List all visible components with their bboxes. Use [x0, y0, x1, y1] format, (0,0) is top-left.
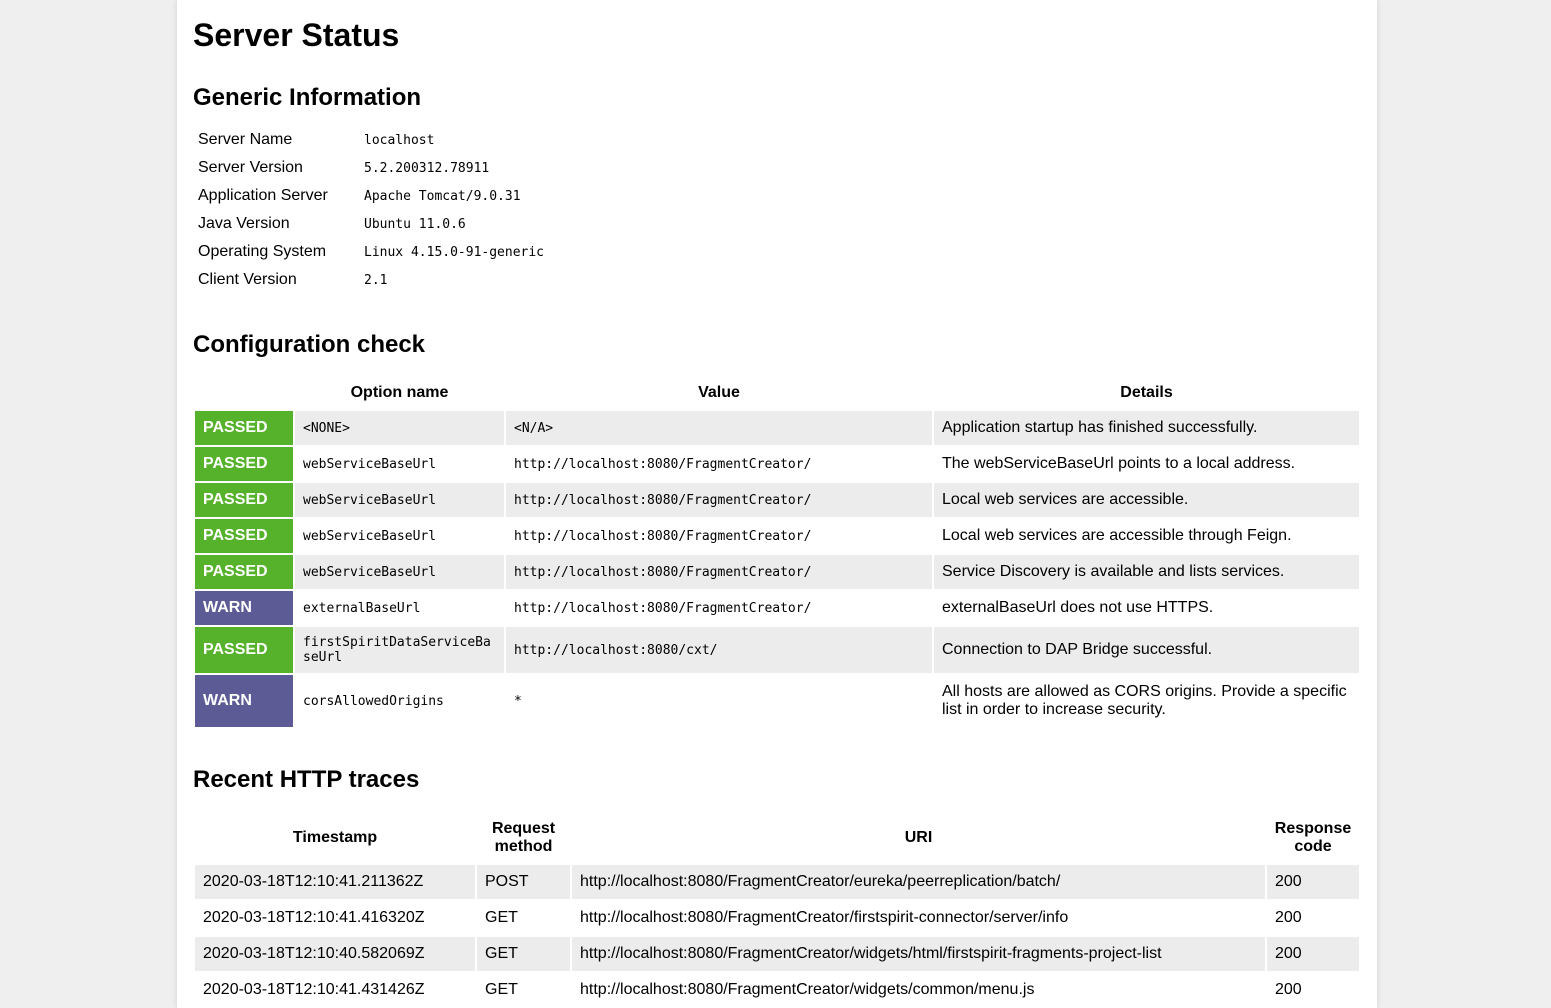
info-key: Client Version: [198, 271, 297, 288]
status-badge: PASSED: [195, 483, 293, 517]
trace-uri: http://localhost:8080/FragmentCreator/wi…: [572, 937, 1265, 971]
option-name: webServiceBaseUrl: [295, 483, 504, 517]
config-row: PASSED firstSpiritDataServiceBaseUrl htt…: [195, 627, 1359, 673]
page-content: Server Status Generic Information Server…: [177, 15, 1377, 1008]
status-column-header: [195, 377, 293, 409]
trace-uri: http://localhost:8080/FragmentCreator/fi…: [572, 901, 1265, 935]
status-badge: WARN: [195, 675, 293, 727]
uri-column-header: URI: [904, 829, 933, 846]
status-page: Server Status Generic Information Server…: [177, 0, 1377, 1008]
trace-uri: http://localhost:8080/FragmentCreator/wi…: [572, 973, 1265, 1007]
option-name: firstSpiritDataServiceBaseUrl: [295, 627, 504, 673]
trace-row: 2020-03-18T12:10:40.582069Z GET http://l…: [195, 937, 1359, 971]
status-badge: PASSED: [195, 627, 293, 673]
method-column-header: Request method: [491, 820, 556, 855]
trace-response-code: 200: [1267, 865, 1359, 899]
trace-row: 2020-03-18T12:10:41.211362Z POST http://…: [195, 865, 1359, 899]
option-details: Application startup has finished success…: [934, 411, 1359, 445]
info-row: Operating System Linux 4.15.0-91-generic: [196, 239, 546, 265]
option-value: http://localhost:8080/FragmentCreator/: [506, 483, 932, 517]
option-name: webServiceBaseUrl: [295, 519, 504, 553]
status-badge: PASSED: [195, 555, 293, 589]
response-code-column-header: Response code: [1274, 820, 1352, 855]
option-value: <N/A>: [506, 411, 932, 445]
config-check-table: Option name Value Details PASSED <NONE> …: [193, 375, 1361, 729]
trace-method: GET: [477, 937, 570, 971]
option-name: corsAllowedOrigins: [295, 675, 504, 727]
config-row: PASSED webServiceBaseUrl http://localhos…: [195, 555, 1359, 589]
info-value: localhost: [364, 132, 435, 148]
status-badge: PASSED: [195, 519, 293, 553]
value-column-header: Value: [698, 384, 740, 401]
details-column-header: Details: [1120, 384, 1173, 401]
option-name: webServiceBaseUrl: [295, 447, 504, 481]
option-value: http://localhost:8080/FragmentCreator/: [506, 555, 932, 589]
option-details: Service Discovery is available and lists…: [934, 555, 1359, 589]
info-value: Apache Tomcat/9.0.31: [364, 188, 521, 204]
info-key: Application Server: [198, 187, 328, 204]
config-check-heading: Configuration check: [193, 331, 426, 358]
trace-row: 2020-03-18T12:10:41.416320Z GET http://l…: [195, 901, 1359, 935]
trace-timestamp: 2020-03-18T12:10:40.582069Z: [195, 937, 475, 971]
option-column-header: Option name: [350, 384, 449, 401]
trace-timestamp: 2020-03-18T12:10:41.416320Z: [195, 901, 475, 935]
status-badge: WARN: [195, 591, 293, 625]
config-row: PASSED <NONE> <N/A> Application startup …: [195, 411, 1359, 445]
info-value: Linux 4.15.0-91-generic: [364, 244, 545, 260]
info-key: Operating System: [198, 243, 327, 260]
timestamp-column-header: Timestamp: [292, 829, 378, 846]
trace-method: GET: [477, 901, 570, 935]
status-badge: PASSED: [195, 411, 293, 445]
option-name: externalBaseUrl: [295, 591, 504, 625]
config-row: PASSED webServiceBaseUrl http://localhos…: [195, 483, 1359, 517]
config-row: WARN corsAllowedOrigins * All hosts are …: [195, 675, 1359, 727]
trace-timestamp: 2020-03-18T12:10:41.431426Z: [195, 973, 475, 1007]
option-details: Connection to DAP Bridge successful.: [934, 627, 1359, 673]
info-value: Ubuntu 11.0.6: [364, 216, 466, 232]
trace-timestamp: 2020-03-18T12:10:41.211362Z: [195, 865, 475, 899]
option-details: The webServiceBaseUrl points to a local …: [934, 447, 1359, 481]
info-key: Server Version: [198, 159, 303, 176]
info-row: Application Server Apache Tomcat/9.0.31: [196, 183, 546, 209]
config-row: WARN externalBaseUrl http://localhost:80…: [195, 591, 1359, 625]
trace-response-code: 200: [1267, 937, 1359, 971]
option-name: <NONE>: [295, 411, 504, 445]
http-traces-heading: Recent HTTP traces: [193, 766, 420, 793]
generic-info-table: Server Name localhost Server Version 5.2…: [194, 125, 548, 295]
trace-row: 2020-03-18T12:10:41.431426Z GET http://l…: [195, 973, 1359, 1007]
option-value: http://localhost:8080/FragmentCreator/: [506, 519, 932, 553]
info-row: Server Name localhost: [196, 127, 546, 153]
trace-method: GET: [477, 973, 570, 1007]
option-value: http://localhost:8080/FragmentCreator/: [506, 591, 932, 625]
config-row: PASSED webServiceBaseUrl http://localhos…: [195, 447, 1359, 481]
config-header-row: Option name Value Details: [195, 377, 1359, 409]
page-title: Server Status: [193, 17, 400, 53]
info-key: Server Name: [198, 131, 293, 148]
option-value: http://localhost:8080/cxt/: [506, 627, 932, 673]
info-row: Server Version 5.2.200312.78911: [196, 155, 546, 181]
trace-method: POST: [477, 865, 570, 899]
traces-header-row: Timestamp Request method URI Response co…: [195, 813, 1359, 863]
http-traces-table: Timestamp Request method URI Response co…: [193, 811, 1361, 1008]
trace-response-code: 200: [1267, 901, 1359, 935]
option-value: *: [506, 675, 932, 727]
option-name: webServiceBaseUrl: [295, 555, 504, 589]
info-value: 2.1: [364, 272, 388, 288]
trace-uri: http://localhost:8080/FragmentCreator/eu…: [572, 865, 1265, 899]
option-details: Local web services are accessible throug…: [934, 519, 1359, 553]
generic-info-heading: Generic Information: [193, 84, 422, 111]
option-details: All hosts are allowed as CORS origins. P…: [934, 675, 1359, 727]
option-details: externalBaseUrl does not use HTTPS.: [934, 591, 1359, 625]
option-details: Local web services are accessible.: [934, 483, 1359, 517]
config-row: PASSED webServiceBaseUrl http://localhos…: [195, 519, 1359, 553]
info-key: Java Version: [198, 215, 290, 232]
trace-response-code: 200: [1267, 973, 1359, 1007]
info-value: 5.2.200312.78911: [364, 160, 490, 176]
option-value: http://localhost:8080/FragmentCreator/: [506, 447, 932, 481]
status-badge: PASSED: [195, 447, 293, 481]
info-row: Java Version Ubuntu 11.0.6: [196, 211, 546, 237]
info-row: Client Version 2.1: [196, 267, 546, 293]
